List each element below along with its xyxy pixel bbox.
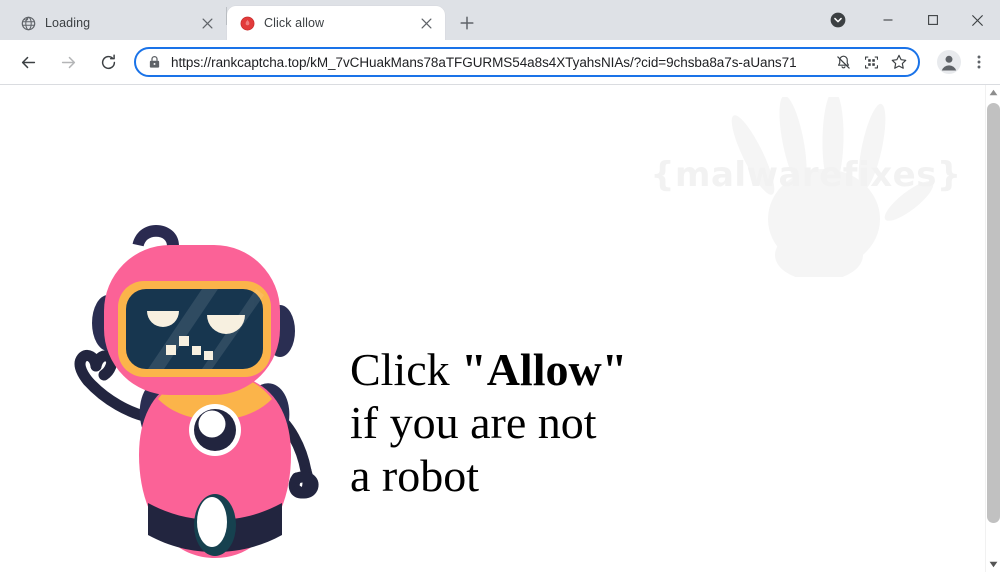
window-controls bbox=[825, 0, 1000, 40]
three-dots-icon bbox=[977, 55, 981, 69]
scroll-down-button[interactable] bbox=[986, 557, 1000, 572]
chrome-menu-button[interactable] bbox=[966, 47, 992, 77]
tab-search-button[interactable] bbox=[825, 7, 851, 33]
close-window-button[interactable] bbox=[955, 4, 1000, 36]
tab-click-allow[interactable]: Click allow bbox=[227, 6, 445, 40]
tab-loading[interactable]: Loading bbox=[8, 6, 226, 40]
tab-strip: Loading Click allow bbox=[0, 0, 1000, 40]
close-icon[interactable] bbox=[417, 14, 435, 32]
vertical-scrollbar[interactable] bbox=[985, 85, 1000, 572]
maximize-icon bbox=[927, 15, 938, 25]
page-headline: Click "Allow" if you are not a robot bbox=[350, 343, 627, 502]
minimize-button[interactable] bbox=[865, 4, 910, 36]
robot-belt-buckle bbox=[197, 497, 227, 547]
close-icon[interactable] bbox=[198, 14, 216, 32]
tab-title: Loading bbox=[45, 16, 91, 30]
globe-icon bbox=[20, 15, 36, 31]
back-button[interactable] bbox=[13, 47, 43, 77]
page-content: {malwarefixes} Click "Allow" if you are … bbox=[0, 85, 985, 572]
reload-button[interactable] bbox=[93, 47, 123, 77]
bookmark-star-icon[interactable] bbox=[886, 49, 912, 75]
new-tab-button[interactable] bbox=[453, 9, 481, 37]
scrollbar-track[interactable] bbox=[986, 100, 1000, 557]
malwarefixes-watermark: {malwarefixes} bbox=[641, 91, 971, 281]
toolbar-right-actions bbox=[928, 47, 992, 77]
address-bar[interactable]: https://rankcaptcha.top/kM_7vCHuakMans78… bbox=[134, 47, 920, 77]
page-viewport: {malwarefixes} Click "Allow" if you are … bbox=[0, 85, 1000, 572]
headline-rest: if you are not a robot bbox=[350, 397, 597, 501]
minimize-icon bbox=[883, 19, 892, 21]
triangle-up-icon bbox=[989, 89, 998, 96]
red-circle-icon bbox=[239, 15, 255, 31]
profile-avatar[interactable] bbox=[935, 48, 963, 76]
headline-prefix: Click bbox=[350, 344, 462, 395]
plus-icon bbox=[460, 16, 474, 30]
triangle-down-icon bbox=[989, 561, 998, 568]
watermark-text: {malwarefixes} bbox=[650, 155, 962, 195]
scroll-up-button[interactable] bbox=[986, 85, 1000, 100]
arrow-left-icon bbox=[21, 56, 35, 68]
robot-chest-button bbox=[189, 404, 241, 456]
lock-icon[interactable] bbox=[148, 55, 161, 69]
arrow-right-icon bbox=[61, 56, 75, 68]
robot-mascot bbox=[52, 203, 352, 568]
chevron-down-circle-icon bbox=[830, 12, 846, 28]
browser-window: Loading Click allow https://rankcaptcha.… bbox=[0, 0, 1000, 572]
browser-toolbar: https://rankcaptcha.top/kM_7vCHuakMans78… bbox=[0, 40, 1000, 84]
notifications-blocked-icon[interactable] bbox=[830, 49, 856, 75]
close-icon bbox=[971, 14, 984, 26]
headline-allow: "Allow" bbox=[461, 344, 628, 395]
reload-icon bbox=[101, 54, 115, 69]
maximize-button[interactable] bbox=[910, 4, 955, 36]
forward-button[interactable] bbox=[53, 47, 83, 77]
qr-code-icon[interactable] bbox=[858, 49, 884, 75]
tab-title: Click allow bbox=[264, 16, 325, 30]
scrollbar-thumb[interactable] bbox=[987, 103, 1000, 523]
url-text[interactable]: https://rankcaptcha.top/kM_7vCHuakMans78… bbox=[171, 55, 828, 70]
